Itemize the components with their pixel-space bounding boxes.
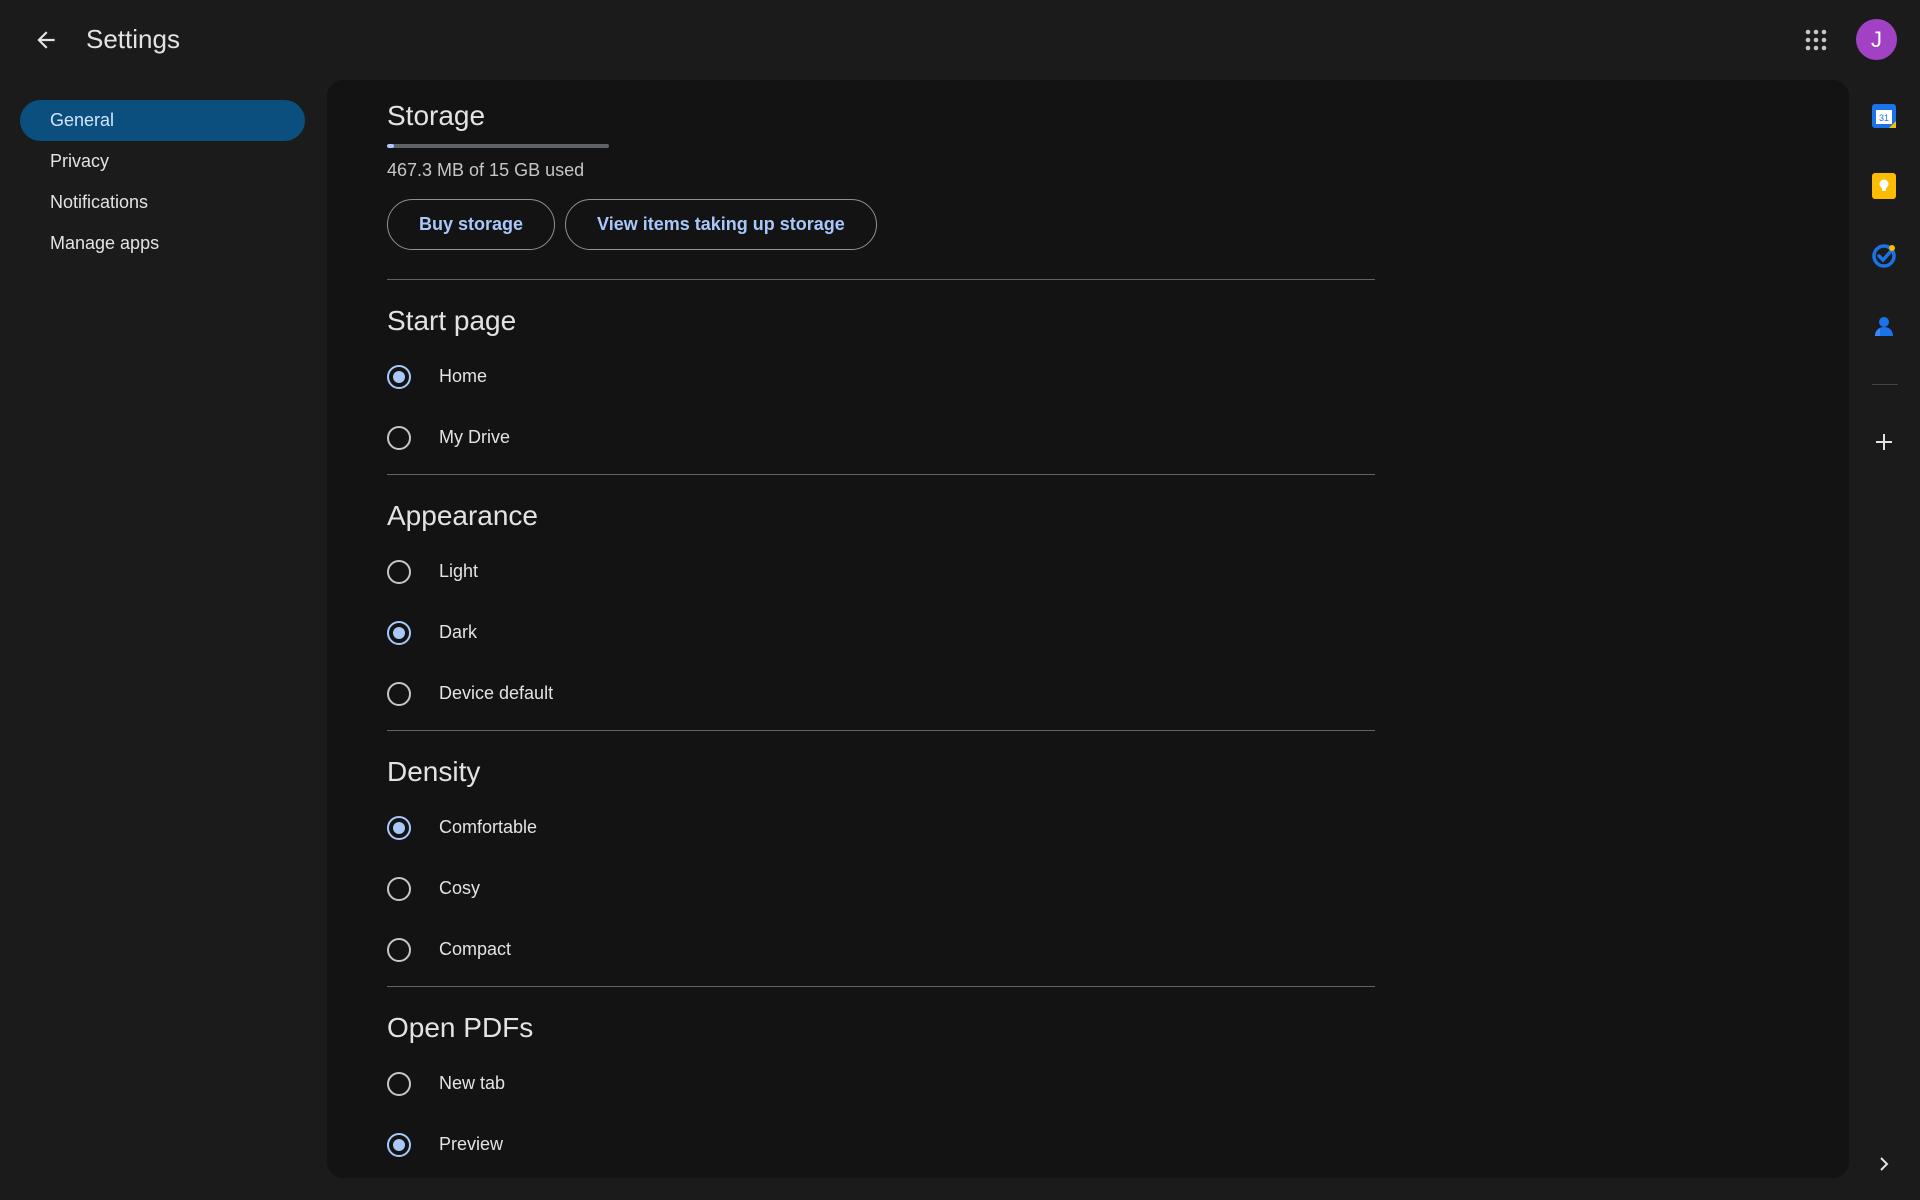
sidebar-item-notifications[interactable]: Notifications: [20, 182, 305, 223]
option-label: Compact: [439, 939, 512, 959]
page-title: Settings: [86, 24, 180, 54]
open-pdfs-option-new-tab[interactable]: New tab: [387, 1053, 1375, 1114]
avatar-initial: J: [1871, 26, 1882, 52]
option-label: My Drive: [439, 427, 510, 447]
open-pdfs-title: Open PDFs: [387, 1012, 534, 1043]
density-option-compact[interactable]: Compact: [387, 919, 1375, 980]
open-pdfs-option-preview[interactable]: Preview: [387, 1114, 1375, 1175]
arrow-back-icon: [37, 31, 55, 49]
density-option-comfortable[interactable]: Comfortable: [387, 797, 1375, 858]
buy-storage-button[interactable]: Buy storage: [387, 199, 556, 250]
option-label: Device default: [439, 683, 554, 703]
open-pdfs-section: Open PDFs New tab Preview: [387, 987, 1375, 1178]
radio-button[interactable]: [387, 620, 411, 645]
side-panel-rail: 31: [1862, 80, 1906, 1200]
keep-icon: [1872, 173, 1896, 199]
tasks-icon: [1872, 244, 1896, 268]
radio-button[interactable]: [387, 1132, 411, 1157]
storage-title: Storage: [387, 100, 486, 131]
tasks-app-button[interactable]: [1862, 234, 1906, 278]
radio-button[interactable]: [387, 425, 411, 450]
option-label: Preview: [439, 1134, 504, 1154]
radio-button[interactable]: [387, 876, 411, 901]
radio-button[interactable]: [387, 364, 411, 389]
density-option-cosy[interactable]: Cosy: [387, 858, 1375, 919]
back-button[interactable]: [26, 22, 66, 58]
start-page-option-my-drive[interactable]: My Drive: [387, 407, 1375, 468]
storage-usage-text: 467.3 MB of 15 GB used: [387, 160, 585, 180]
top-bar: Settings J: [0, 0, 1920, 80]
start-page-option-home[interactable]: Home: [387, 346, 1375, 407]
get-add-ons-button[interactable]: [1862, 420, 1906, 464]
appearance-title: Appearance: [387, 500, 539, 531]
apps-grid-icon: [1805, 29, 1827, 51]
density-title: Density: [387, 756, 481, 787]
radio-button[interactable]: [387, 937, 411, 962]
storage-actions: Buy storage View items taking up storage: [387, 199, 1375, 250]
rail-divider: [1872, 384, 1898, 385]
storage-usage-bar: [387, 144, 609, 148]
option-label: Cosy: [439, 878, 481, 898]
appearance-option-dark[interactable]: Dark: [387, 602, 1375, 663]
radio-button[interactable]: [387, 1071, 411, 1096]
appearance-option-light[interactable]: Light: [387, 541, 1375, 602]
density-section: Density Comfortable Cosy Compact: [387, 731, 1375, 986]
google-apps-button[interactable]: [1796, 22, 1836, 58]
option-label: New tab: [439, 1073, 506, 1093]
option-label: Home: [439, 366, 488, 386]
radio-button[interactable]: [387, 681, 411, 706]
show-side-panel-button[interactable]: [1862, 1142, 1906, 1186]
sidebar-item-manage-apps[interactable]: Manage apps: [20, 223, 305, 264]
keep-app-button[interactable]: [1862, 164, 1906, 208]
calendar-app-button[interactable]: 31: [1862, 94, 1906, 138]
settings-sidebar: General Privacy Notifications Manage app…: [20, 100, 305, 264]
storage-usage-fill: [387, 144, 394, 148]
appearance-section: Appearance Light Dark Device default: [387, 475, 1375, 730]
settings-content: Storage 467.3 MB of 15 GB used Buy stora…: [387, 80, 1375, 1178]
storage-section: Storage 467.3 MB of 15 GB used Buy stora…: [387, 80, 1375, 250]
appearance-option-device-default[interactable]: Device default: [387, 663, 1375, 724]
chevron-right-icon: [1880, 1157, 1889, 1171]
option-label: Light: [439, 561, 479, 581]
option-label: Dark: [439, 622, 478, 642]
view-storage-items-button[interactable]: View items taking up storage: [565, 199, 877, 250]
sidebar-item-general[interactable]: General: [20, 100, 305, 141]
option-label: Comfortable: [439, 817, 538, 837]
calendar-icon: 31: [1872, 104, 1896, 128]
radio-button[interactable]: [387, 815, 411, 840]
start-page-section: Start page Home My Drive: [387, 280, 1375, 474]
contacts-icon: [1875, 317, 1893, 336]
contacts-app-button[interactable]: [1862, 304, 1906, 348]
calendar-day-text: 31: [1879, 113, 1889, 123]
settings-panel: Storage 467.3 MB of 15 GB used Buy stora…: [327, 80, 1849, 1178]
start-page-title: Start page: [387, 305, 517, 336]
account-avatar[interactable]: J: [1856, 19, 1897, 60]
sidebar-item-privacy[interactable]: Privacy: [20, 141, 305, 182]
add-icon: [1876, 434, 1892, 450]
radio-button[interactable]: [387, 559, 411, 584]
